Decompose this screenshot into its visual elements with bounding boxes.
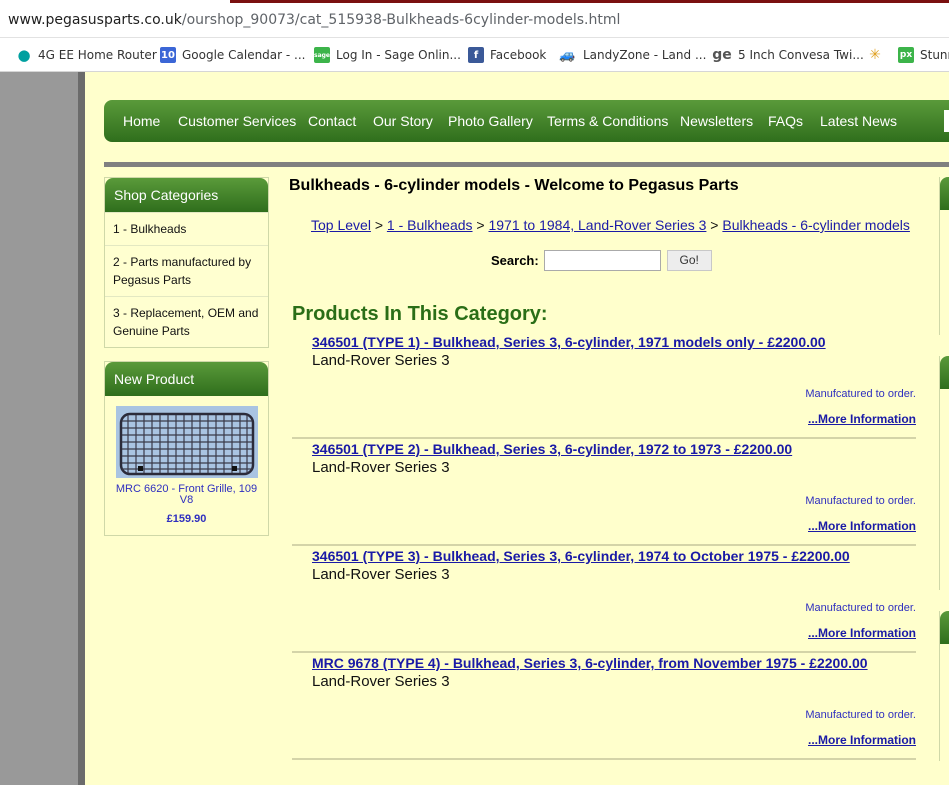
front-grille-image[interactable] <box>115 406 258 478</box>
new-product-name[interactable]: MRC 6620 - Front Grille, 109 V8 <box>105 478 268 506</box>
nav-contact[interactable]: Contact <box>308 113 356 129</box>
more-information-link[interactable]: ...More Information <box>808 519 916 533</box>
product-item: 346501 (TYPE 1) - Bulkhead, Series 3, 6-… <box>292 332 916 439</box>
breadcrumb-bulkheads[interactable]: 1 - Bulkheads <box>387 217 473 233</box>
product-title-link[interactable]: MRC 9678 (TYPE 4) - Bulkhead, Series 3, … <box>312 655 868 671</box>
car-icon: 🚙 <box>559 47 576 63</box>
nav-latest-news[interactable]: Latest News <box>820 113 897 129</box>
product-subtitle: Land-Rover Series 3 <box>312 459 450 476</box>
bookmark-label: LandyZone - Land ... <box>583 48 707 62</box>
right-sidebar-box <box>939 356 949 590</box>
bookmark-label: Stunn <box>920 48 949 62</box>
go-button[interactable]: Go! <box>666 250 712 271</box>
bookmark-label: Log In - Sage Onlin... <box>336 48 461 62</box>
product-title-link[interactable]: 346501 (TYPE 3) - Bulkhead, Series 3, 6-… <box>312 548 850 564</box>
bookmark-sage[interactable]: sage Log In - Sage Onlin... <box>314 46 461 64</box>
search-form: Search: Go! <box>491 250 712 271</box>
page-margin-left <box>0 72 78 785</box>
nav-faqs[interactable]: FAQs <box>768 113 803 129</box>
new-product-price: £159.90 <box>166 513 207 525</box>
nav-customer-services[interactable]: Customer Services <box>178 113 296 129</box>
bookmark-label: Google Calendar - ... <box>182 48 306 62</box>
bookmarks-bar: ● 4G EE Home Router 10 Google Calendar - .… <box>0 38 949 72</box>
nav-home[interactable]: Home <box>123 113 160 129</box>
product-title-link[interactable]: 346501 (TYPE 2) - Bulkhead, Series 3, 6-… <box>312 441 792 457</box>
right-box-header <box>940 356 949 389</box>
right-box-header <box>940 177 949 210</box>
nav-divider <box>104 162 949 167</box>
address-bar[interactable]: www.pegasusparts.co.uk/ourshop_90073/cat… <box>0 0 949 38</box>
px-icon: px <box>898 47 914 63</box>
calendar-icon: 10 <box>160 47 176 63</box>
search-label: Search: <box>491 253 539 268</box>
nav-newsletters[interactable]: Newsletters <box>680 113 753 129</box>
bookmark-label: 5 Inch Convesa Twi... <box>738 48 864 62</box>
product-item: 346501 (TYPE 2) - Bulkhead, Series 3, 6-… <box>292 439 916 546</box>
facebook-icon: f <box>468 47 484 63</box>
pinwheel-icon: ✳ <box>869 47 881 63</box>
breadcrumb-current[interactable]: Bulkheads - 6-cylinder models <box>722 217 910 233</box>
bookmark-convesa[interactable]: ge 5 Inch Convesa Twi... <box>712 46 864 64</box>
product-subtitle: Land-Rover Series 3 <box>312 673 450 690</box>
main-nav: Home Customer Services Contact Our Story… <box>104 100 949 142</box>
shop-categories-title: Shop Categories <box>105 178 268 212</box>
breadcrumb-separator: > <box>472 217 489 233</box>
new-product-box: New Product MRC 6620 - Front Grille, 109… <box>104 361 269 536</box>
bookmark-landyzone[interactable]: 🚙 LandyZone - Land ... <box>558 46 706 64</box>
page-title: Bulkheads - 6-cylinder models - Welcome … <box>289 177 739 194</box>
nav-our-story[interactable]: Our Story <box>373 113 433 129</box>
bookmark-label: Facebook <box>490 48 547 62</box>
breadcrumb-series-3[interactable]: 1971 to 1984, Land-Rover Series 3 <box>488 217 706 233</box>
product-note: Manufactured to order. <box>805 709 916 721</box>
category-link[interactable]: 1 - Bulkheads <box>105 212 268 245</box>
breadcrumb-separator: > <box>370 217 387 233</box>
right-sidebar-box <box>939 177 949 335</box>
bookmark-facebook[interactable]: f Facebook <box>468 46 546 64</box>
url-domain: www.pegasusparts.co.uk <box>8 12 182 28</box>
url-path: /ourshop_90073/cat_515938-Bulkheads-6cyl… <box>181 12 621 28</box>
product-subtitle: Land-Rover Series 3 <box>312 352 450 369</box>
category-link[interactable]: 3 - Replacement, OEM and Genuine Parts <box>105 296 268 347</box>
more-information-link[interactable]: ...More Information <box>808 626 916 640</box>
nav-edge <box>944 110 949 132</box>
grille-graphic <box>115 406 258 478</box>
right-box-header <box>940 611 949 644</box>
product-note: Manufactured to order. <box>805 495 916 507</box>
bookmark-ee[interactable]: ● 4G EE Home Router <box>16 46 157 64</box>
new-product-title: New Product <box>105 362 268 396</box>
ee-icon: ● <box>17 46 31 64</box>
nav-terms[interactable]: Terms & Conditions <box>547 113 668 129</box>
breadcrumb-top-level[interactable]: Top Level <box>311 217 371 233</box>
url-text[interactable]: www.pegasusparts.co.uk/ourshop_90073/cat… <box>8 12 620 28</box>
tab-strip-edge <box>230 0 949 3</box>
products-heading: Products In This Category: <box>292 303 548 325</box>
more-information-link[interactable]: ...More Information <box>808 733 916 747</box>
ge-icon: ge <box>712 47 732 63</box>
product-note: Manufcatured to order. <box>805 388 916 400</box>
product-note: Manufactured to order. <box>805 602 916 614</box>
sage-icon: sage <box>314 47 330 63</box>
product-subtitle: Land-Rover Series 3 <box>312 566 450 583</box>
breadcrumb-separator: > <box>706 217 723 233</box>
bookmark-pinwheel[interactable]: ✳ <box>867 46 889 64</box>
more-information-link[interactable]: ...More Information <box>808 412 916 426</box>
product-item: MRC 9678 (TYPE 4) - Bulkhead, Series 3, … <box>292 653 916 760</box>
nav-photo-gallery[interactable]: Photo Gallery <box>448 113 533 129</box>
search-input[interactable] <box>543 250 661 271</box>
product-item: 346501 (TYPE 3) - Bulkhead, Series 3, 6-… <box>292 546 916 653</box>
shop-categories-box: Shop Categories 1 - Bulkheads 2 - Parts … <box>104 177 269 348</box>
bookmark-stunn[interactable]: px Stunn <box>898 46 949 64</box>
bookmark-google-calendar[interactable]: 10 Google Calendar - ... <box>160 46 306 64</box>
category-link[interactable]: 2 - Parts manufactured by Pegasus Parts <box>105 245 268 296</box>
right-sidebar-box <box>939 611 949 761</box>
page-margin-shadow <box>78 72 85 785</box>
product-title-link[interactable]: 346501 (TYPE 1) - Bulkhead, Series 3, 6-… <box>312 334 826 350</box>
bookmark-label: 4G EE Home Router <box>38 48 157 62</box>
breadcrumb: Top Level > 1 - Bulkheads > 1971 to 1984… <box>311 217 910 233</box>
